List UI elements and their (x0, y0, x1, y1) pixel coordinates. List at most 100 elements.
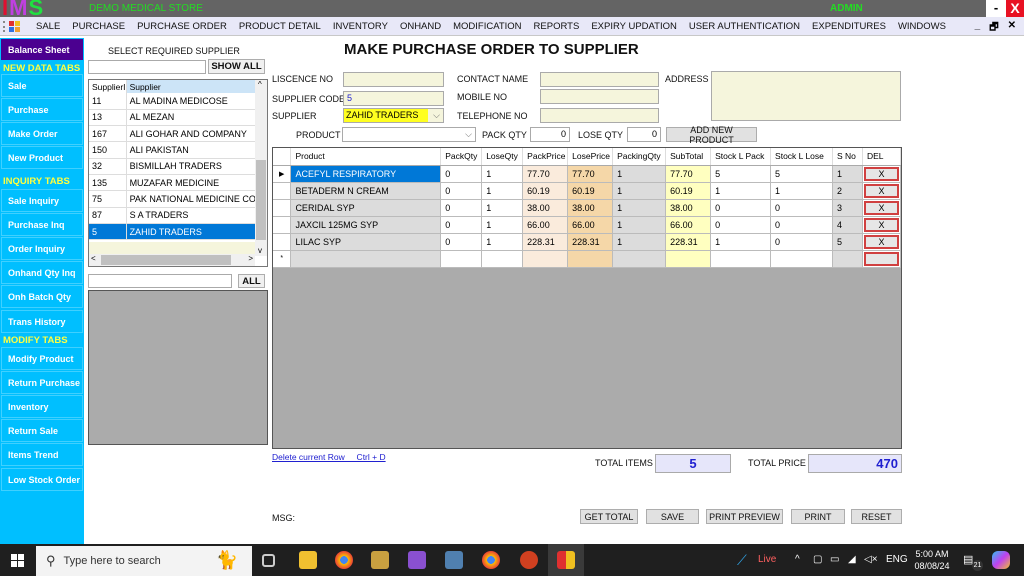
menu-modification[interactable]: MODIFICATION (447, 21, 527, 32)
new-row[interactable]: * (273, 250, 902, 268)
cell-product[interactable]: BETADERM N CREAM (290, 182, 442, 200)
cell-packing-qty[interactable]: 1 (612, 182, 667, 200)
sidebar-item-sale-inquiry[interactable]: Sale Inquiry (1, 189, 83, 212)
cell-s-no[interactable]: 5 (832, 233, 863, 251)
cell-stock-l-lose[interactable]: 0 (770, 199, 833, 217)
column-header-stock-l-lose[interactable]: Stock L Lose (770, 148, 833, 166)
sidebar-item-purchase-inq[interactable]: Purchase Inq (1, 213, 83, 236)
column-header-del[interactable]: DEL (862, 148, 902, 166)
menu-expenditures[interactable]: EXPENDITURES (806, 21, 892, 32)
get-total-button[interactable]: GET TOTAL (580, 509, 638, 524)
sidebar-item-sale[interactable]: Sale (1, 74, 83, 97)
clock[interactable]: 5:00 AM 08/08/24 (914, 548, 950, 572)
column-header-lose-price[interactable]: LosePrice (567, 148, 614, 166)
cell-stock-l-lose[interactable]: 5 (770, 165, 833, 183)
save-button[interactable]: SAVE (646, 509, 699, 524)
sidebar-item-purchase[interactable]: Purchase (1, 98, 83, 121)
cell-s-no[interactable]: 3 (832, 199, 863, 217)
cell-packing-qty[interactable]: 1 (612, 199, 667, 217)
powerpoint-icon[interactable] (520, 551, 538, 569)
cell-stock-l-lose[interactable] (770, 250, 833, 268)
supplier-row[interactable]: 135 MUZAFAR MEDICINE (89, 174, 267, 192)
cell-stock-l-pack[interactable]: 1 (710, 233, 772, 251)
table-row[interactable]: CERIDAL SYP 0 1 38.00 38.00 1 38.00 0 0 … (273, 199, 902, 217)
taskbar-search-box[interactable]: ⚲ Type here to search 🐈 (36, 546, 252, 576)
column-header-product[interactable]: Product (290, 148, 442, 166)
column-header-lose-qty[interactable]: LoseQty (481, 148, 524, 166)
app-menu-icon[interactable] (9, 21, 21, 32)
column-header-packing-qty[interactable]: PackingQty (612, 148, 667, 166)
supplier-list[interactable]: SupplierI Supplier 11 AL MADINA MEDICOSE … (88, 79, 268, 267)
file-explorer-icon[interactable] (299, 551, 317, 569)
cell-pack-price[interactable]: 60.19 (522, 182, 569, 200)
cell-stock-l-lose[interactable]: 1 (770, 182, 833, 200)
sidebar-item-trans-history[interactable]: Trans History (1, 310, 83, 333)
windows-start-icon[interactable] (11, 554, 24, 567)
product-dropdown[interactable]: ⌵ (342, 127, 476, 142)
cell-subtotal[interactable]: 228.31 (665, 233, 712, 251)
cell-subtotal[interactable]: 60.19 (665, 182, 712, 200)
cell-lose-qty[interactable] (481, 250, 524, 268)
cell-product[interactable]: CERIDAL SYP (290, 199, 442, 217)
menu-reports[interactable]: REPORTS (528, 21, 586, 32)
cell-product[interactable]: JAXCIL 125MG SYP (290, 216, 442, 234)
cell-stock-l-pack[interactable] (710, 250, 772, 268)
supplier-row[interactable]: 32 BISMILLAH TRADERS (89, 158, 267, 175)
cell-lose-qty[interactable]: 1 (481, 216, 524, 234)
sidebar-item-return-sale[interactable]: Return Sale (1, 419, 83, 442)
weather-live-text[interactable]: Live (758, 544, 776, 576)
column-header-pack-price[interactable]: PackPrice (522, 148, 569, 166)
reset-button[interactable]: RESET (851, 509, 902, 524)
sidebar-item-inventory[interactable]: Inventory (1, 395, 83, 418)
cell-s-no[interactable] (832, 250, 863, 268)
cell-stock-l-lose[interactable]: 0 (770, 216, 833, 234)
row-header[interactable] (273, 216, 292, 234)
supplier-row[interactable]: 167 ALI GOHAR AND COMPANY (89, 125, 267, 143)
cell-subtotal[interactable] (665, 250, 712, 268)
row-header[interactable] (273, 233, 292, 251)
sidebar-item-order-inquiry[interactable]: Order Inquiry (1, 237, 83, 260)
contact-name-field[interactable] (540, 72, 659, 87)
supplier-search-input[interactable] (88, 60, 206, 74)
pack-qty-input[interactable]: 0 (530, 127, 570, 142)
battery-icon[interactable]: ▭ (830, 544, 839, 576)
menu-product-detail[interactable]: PRODUCT DETAIL (233, 21, 327, 32)
supplier-dropdown[interactable]: ZAHID TRADERS ⌵ (343, 108, 444, 123)
row-header[interactable] (273, 199, 292, 217)
cell-lose-price[interactable]: 66.00 (567, 216, 614, 234)
chevron-up-icon[interactable]: ^ (795, 544, 800, 576)
delete-row-button[interactable]: X (863, 183, 899, 198)
language-indicator[interactable]: ENG (886, 544, 908, 576)
cell-s-no[interactable]: 1 (832, 165, 863, 183)
cell-pack-price[interactable]: 38.00 (522, 199, 569, 217)
sidebar-balance-sheet[interactable]: Balance Sheet (1, 39, 83, 60)
sidebar-item-new-product[interactable]: New Product (1, 146, 83, 169)
cell-lose-price[interactable] (567, 250, 614, 268)
cell-subtotal[interactable]: 66.00 (665, 216, 712, 234)
notifications-icon[interactable]: ▤ (963, 544, 973, 576)
cell-subtotal[interactable]: 77.70 (665, 165, 712, 183)
mdi-restore-button[interactable]: 🗗 (989, 20, 998, 37)
add-new-product-button[interactable]: ADD NEW PRODUCT (666, 125, 757, 145)
menu-purchase[interactable]: PURCHASE (66, 21, 131, 32)
scroll-left-icon[interactable]: < (91, 254, 96, 263)
cell-pack-price[interactable] (522, 250, 569, 268)
cell-pack-qty[interactable]: 0 (440, 233, 483, 251)
menu-user-authentication[interactable]: USER AUTHENTICATION (683, 21, 806, 32)
table-row[interactable]: LILAC SYP 0 1 228.31 228.31 1 228.31 1 0… (273, 233, 902, 251)
mobile-no-field[interactable] (540, 89, 659, 104)
cell-s-no[interactable]: 4 (832, 216, 863, 234)
scroll-right-icon[interactable]: > (248, 254, 253, 263)
copilot-icon[interactable] (992, 551, 1010, 569)
table-row[interactable]: BETADERM N CREAM 0 1 60.19 60.19 1 60.19… (273, 182, 902, 200)
all-button[interactable]: ALL (238, 274, 265, 288)
product-filter-input[interactable] (88, 274, 232, 288)
cell-subtotal[interactable]: 38.00 (665, 199, 712, 217)
cell-s-no[interactable]: 2 (832, 182, 863, 200)
scroll-up-icon[interactable]: ^ (258, 80, 262, 89)
visual-studio-icon[interactable] (408, 551, 426, 569)
cell-pack-qty[interactable]: 0 (440, 182, 483, 200)
delete-row-button[interactable]: X (863, 166, 899, 181)
address-field[interactable] (711, 71, 901, 121)
cell-product[interactable]: LILAC SYP (290, 233, 442, 251)
